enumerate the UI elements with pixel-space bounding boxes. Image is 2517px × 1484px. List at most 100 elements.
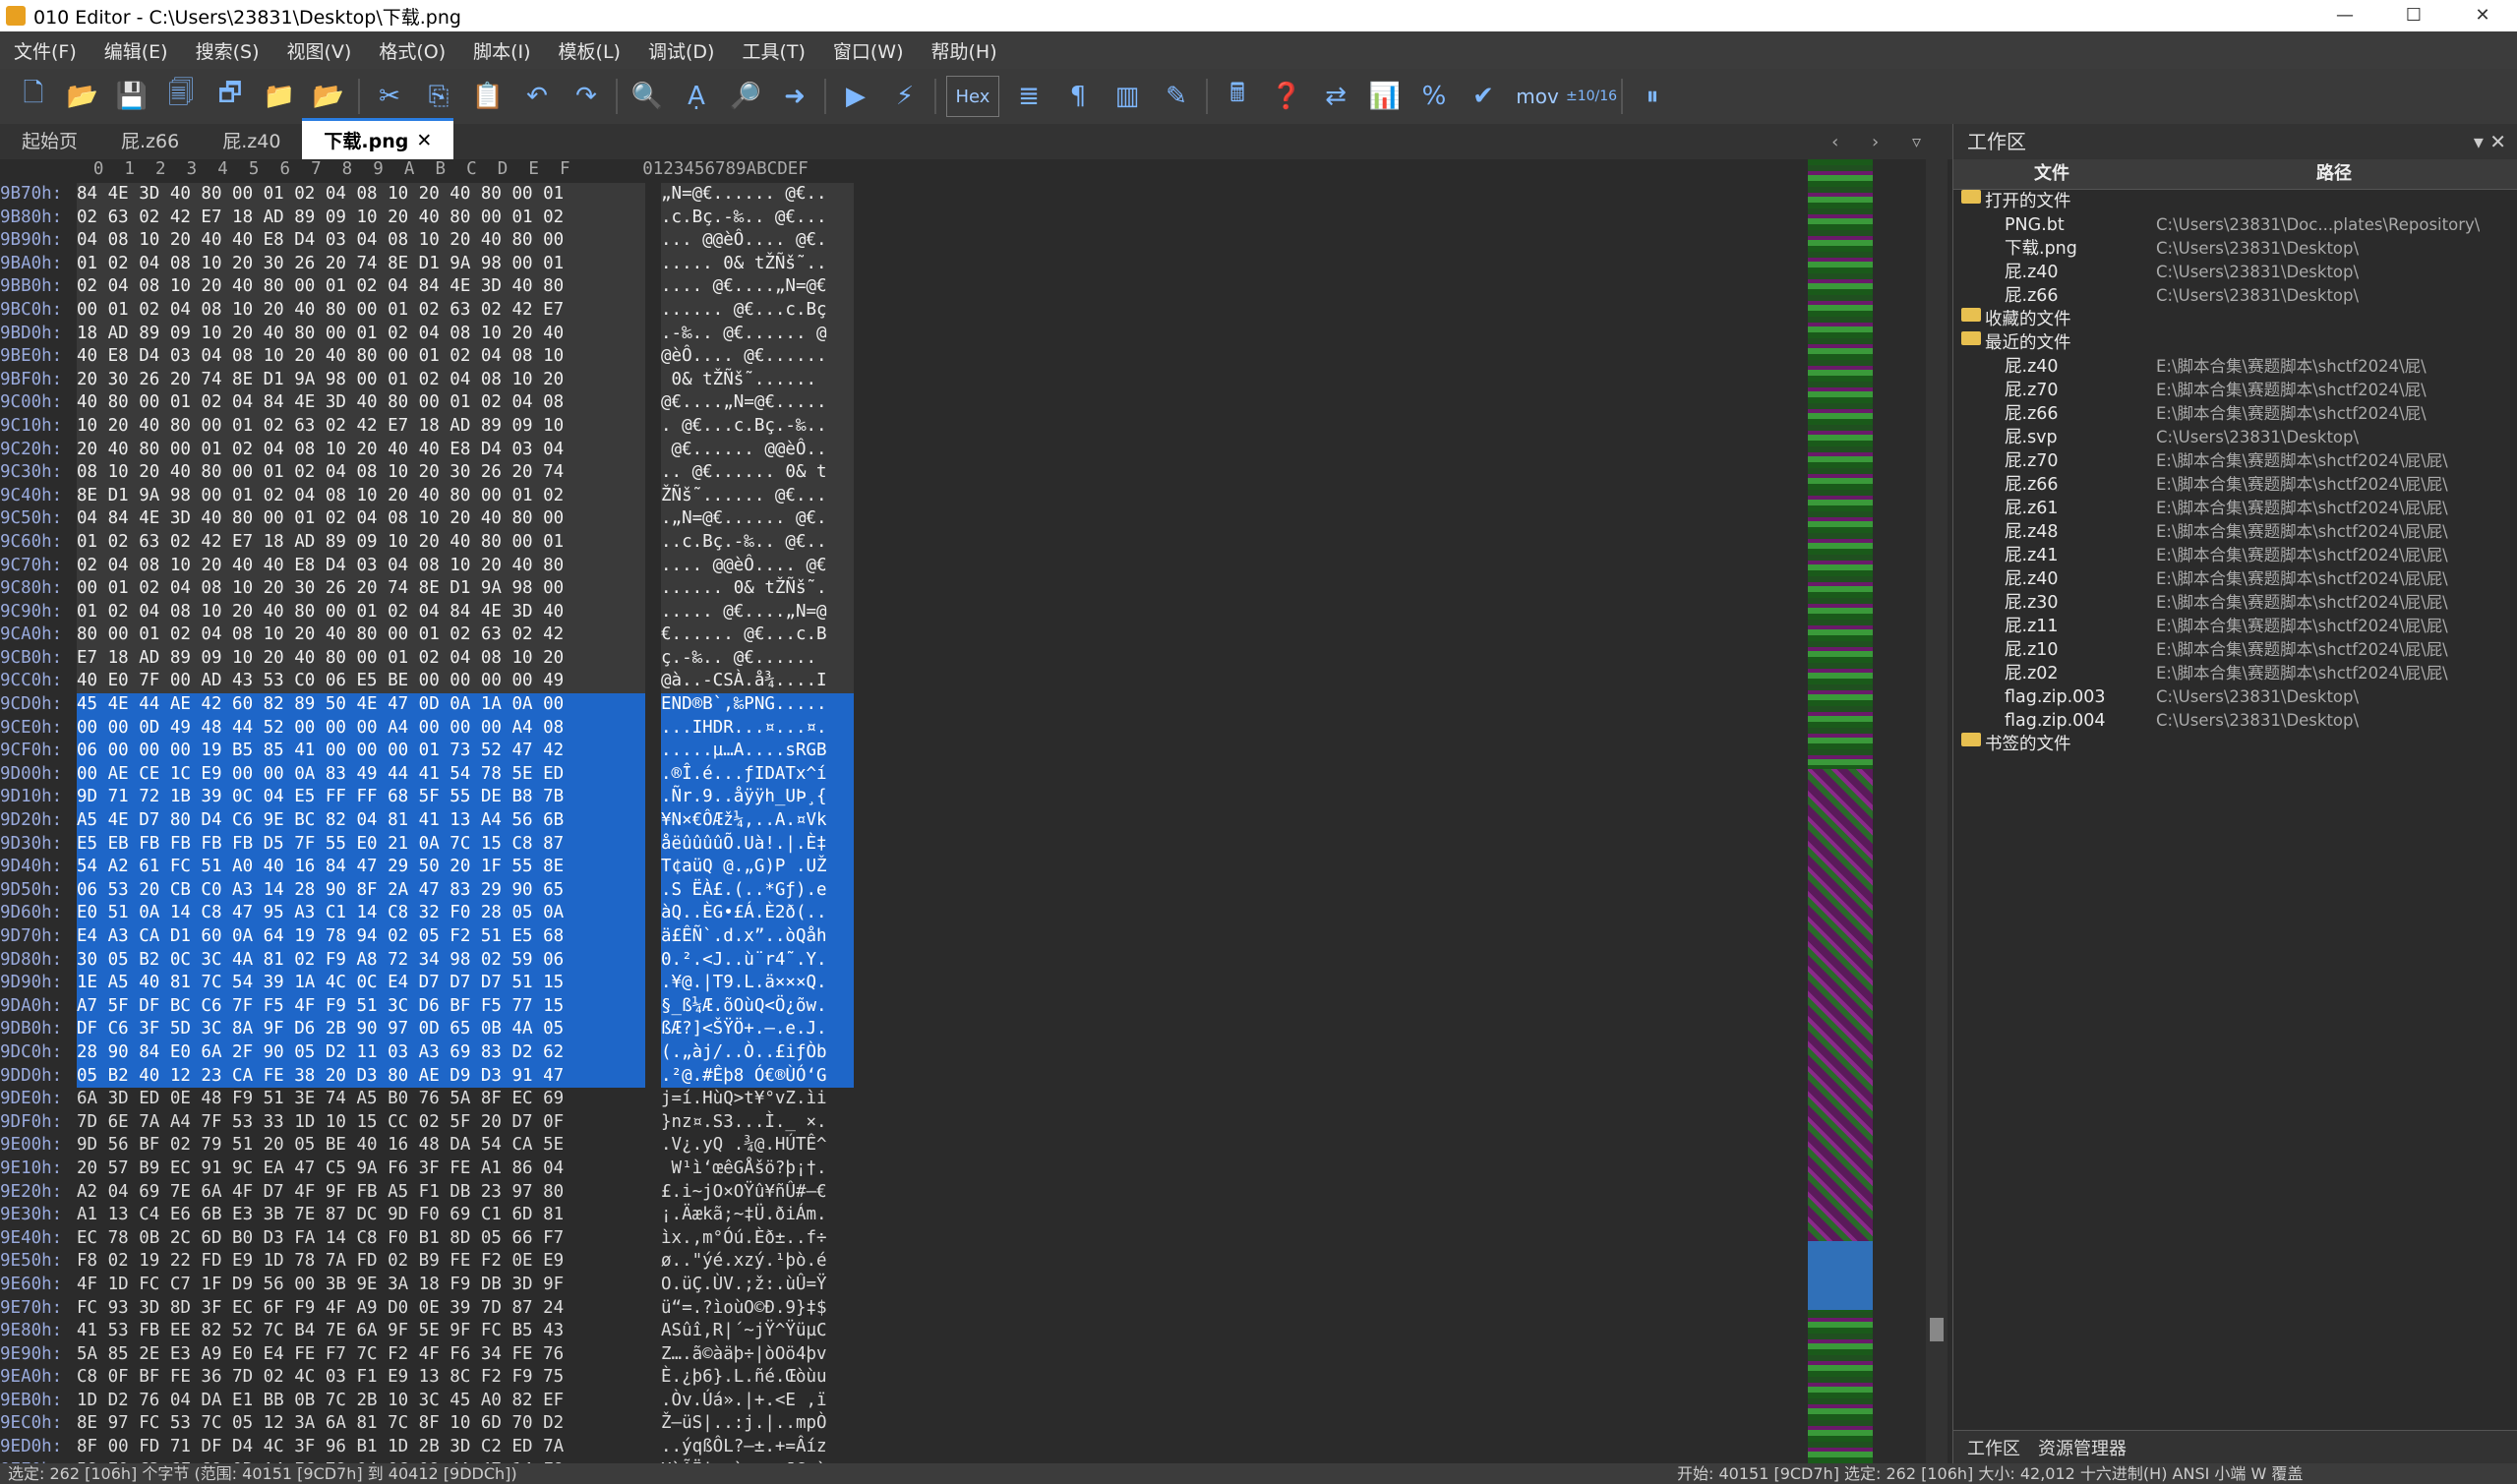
find-in-files-icon[interactable]: 🔎 <box>726 77 765 116</box>
menu-item[interactable]: 窗口(W) <box>819 37 918 64</box>
hex-ascii[interactable]: @à..-CSÀ.å¾....I <box>661 670 854 694</box>
tree-file-item[interactable]: 下载.png C:\Users\23831\Desktop\ <box>1953 237 2517 261</box>
hex-row[interactable]: 9D20h: A5 4E D7 80 D4 C6 9E BC 82 04 81 4… <box>0 809 854 833</box>
hex-bytes[interactable]: 5A 85 2E E3 A9 E0 E4 FE F7 7C F2 4F F6 3… <box>77 1342 645 1367</box>
minimize-button[interactable]: — <box>2310 0 2379 31</box>
hex-ascii[interactable]: 0.².<J..ù¨r4˜.Y. <box>661 948 854 973</box>
hex-ascii[interactable]: @èÔ.... @€...... <box>661 345 854 369</box>
hex-row[interactable]: 9DB0h: DF C6 3F 5D 3C 8A 9F D6 2B 90 97 0… <box>0 1018 854 1041</box>
hex-ascii[interactable]: O.üÇ.ÙV.;ž:.ùÛ=Ÿ <box>661 1273 854 1297</box>
close-button[interactable]: ✕ <box>2448 0 2517 31</box>
hex-editor[interactable]: 0 1 2 3 4 5 6 7 8 9 A B C D E F 01234567… <box>0 159 1952 1463</box>
hex-row[interactable]: 9C80h: 00 01 02 04 08 10 20 30 26 20 74 8… <box>0 577 854 601</box>
hex-bytes[interactable]: 04 08 10 20 40 40 E8 D4 03 04 08 10 20 4… <box>77 229 645 253</box>
hex-bytes[interactable]: 8E D1 9A 98 00 01 02 04 08 10 20 40 80 0… <box>77 484 645 508</box>
hex-row[interactable]: 9E50h: F8 02 19 22 FD E9 1D 78 7A FD 02 B… <box>0 1250 854 1274</box>
hex-ascii[interactable]: @€....„N=@€..... <box>661 391 854 415</box>
open-folder-icon[interactable]: 📂 <box>309 77 348 116</box>
hex-bytes[interactable]: 20 57 B9 EC 91 9C EA 47 C5 9A F6 3F FE A… <box>77 1157 645 1181</box>
hex-row[interactable]: 9EB0h: 1D D2 76 04 DA E1 BB 0B 7C 2B 10 3… <box>0 1389 854 1413</box>
hex-bytes[interactable]: 1D D2 76 04 DA E1 BB 0B 7C 2B 10 3C 45 A… <box>77 1389 645 1413</box>
hex-ascii[interactable]: ASûî‚R|´~jŸ^ŸüµC <box>661 1320 854 1343</box>
hex-ascii[interactable]: È.¿þ6}.L.ñé.Œòùu <box>661 1366 854 1390</box>
tree-file-item[interactable]: 屁.z61 E:\脚本合集\赛题脚本\shctf2024\屁\屁\ <box>1953 497 2517 520</box>
hex-ascii[interactable]: .®Î.é...ƒIDATx^í <box>661 762 854 787</box>
hex-bytes[interactable]: 04 84 4E 3D 40 80 00 01 02 04 08 10 20 4… <box>77 507 645 531</box>
scrollbar-thumb[interactable] <box>1930 1318 1944 1341</box>
hex-row[interactable]: 9E90h: 5A 85 2E E3 A9 E0 E4 FE F7 7C F2 4… <box>0 1342 854 1367</box>
hex-ascii[interactable]: .... @€....„N=@€ <box>661 275 854 299</box>
hex-row[interactable]: 9E80h: 41 53 FB EE 82 52 7C B4 7E 6A 9F 5… <box>0 1320 854 1343</box>
hex-ascii[interactable]: ...IHDR...¤...¤. <box>661 716 854 741</box>
menu-item[interactable]: 编辑(E) <box>90 37 182 64</box>
hex-bytes[interactable]: 9D 56 BF 02 79 51 20 05 BE 40 16 48 DA 5… <box>77 1134 645 1158</box>
hex-bytes[interactable]: 18 AD 89 09 10 20 40 80 00 01 02 04 08 1… <box>77 322 645 346</box>
text-mode-icon[interactable]: ≣ <box>1009 77 1049 116</box>
hex-ascii[interactable]: ßÆ?]<ŠŸÖ+.—.e.J. <box>661 1018 854 1041</box>
hex-ascii[interactable]: ŽÑš˜...... @€... <box>661 484 854 508</box>
hex-row[interactable]: 9B70h: 84 4E 3D 40 80 00 01 02 04 08 10 2… <box>0 183 854 207</box>
hex-bytes[interactable]: 45 4E 44 AE 42 60 82 89 50 4E 47 0D 0A 1… <box>77 693 645 717</box>
hex-bytes[interactable]: 7D 6E 7A A4 7F 53 33 1D 10 15 CC 02 5F 2… <box>77 1110 645 1135</box>
hex-ascii[interactable]: .S ËÀ£.(..*Gƒ).e <box>661 878 854 903</box>
hex-bytes[interactable]: 02 63 02 42 E7 18 AD 89 09 10 20 40 80 0… <box>77 206 645 230</box>
hex-row[interactable]: 9CC0h: 40 E0 7F 00 AD 43 53 C0 06 E5 BE 0… <box>0 670 854 694</box>
run-script-icon[interactable]: ▶ <box>836 77 875 116</box>
hex-ascii[interactable]: .²@.#Êþ8 Ó€®ÙÓ‘G <box>661 1064 854 1089</box>
redo-icon[interactable]: ↷ <box>567 77 606 116</box>
tree-file-item[interactable]: 屁.z10 E:\脚本合集\赛题脚本\shctf2024\屁\屁\ <box>1953 638 2517 662</box>
hex-ascii[interactable]: £.i~jO×OŸû¥ñÛ#—€ <box>661 1180 854 1205</box>
tab-navigation[interactable]: ‹ › ▿ <box>1831 132 1935 152</box>
hex-bytes[interactable]: 40 E8 D4 03 04 08 10 20 40 80 00 01 02 0… <box>77 345 645 369</box>
hex-bytes[interactable]: E4 A3 CA D1 60 0A 64 19 78 94 02 05 F2 5… <box>77 925 645 949</box>
tree-file-item[interactable]: 屁.z40 E:\脚本合集\赛题脚本\shctf2024\屁\ <box>1953 355 2517 379</box>
hex-bytes[interactable]: 8F 00 FD 71 DF D4 4C 3F 96 B1 1D 2B 3D C… <box>77 1436 645 1459</box>
hex-row[interactable]: 9BC0h: 00 01 02 04 08 10 20 40 80 00 01 0… <box>0 298 854 323</box>
hex-ascii[interactable]: €...... @€...c.B <box>661 623 854 647</box>
hex-bytes[interactable]: 20 30 26 20 74 8E D1 9A 98 00 01 02 04 0… <box>77 368 645 392</box>
hex-row[interactable]: 9DD0h: 05 B2 40 12 23 CA FE 38 20 D3 80 A… <box>0 1064 854 1089</box>
hex-bytes[interactable]: E5 EB FB FB FB FB D5 7F 55 E0 21 0A 7C 1… <box>77 832 645 857</box>
tab-close-icon[interactable]: ✕ <box>416 130 432 151</box>
hex-ascii[interactable]: .. @€...... 0& t <box>661 461 854 485</box>
hex-bytes[interactable]: 02 04 08 10 20 40 80 00 01 02 04 84 4E 3… <box>77 275 645 299</box>
tree-file-item[interactable]: 屁.z66 E:\脚本合集\赛题脚本\shctf2024\屁\屁\ <box>1953 473 2517 497</box>
save-icon[interactable]: 💾 <box>112 77 151 116</box>
hex-ascii[interactable]: (.„àj/..Ò..£iƒÒb <box>661 1040 854 1065</box>
hex-ascii[interactable]: . @€...c.Bç.-‰.. <box>661 414 854 439</box>
hex-bytes[interactable]: 8E 97 FC 53 7C 05 12 3A 6A 81 7C 8F 10 6… <box>77 1412 645 1437</box>
hex-ascii[interactable]: .Òv.Úá».|+.<E ‚ï <box>661 1389 854 1413</box>
hex-row[interactable]: 9CE0h: 00 00 0D 49 48 44 52 00 00 00 A4 0… <box>0 716 854 741</box>
hex-ascii[interactable]: .„N=@€...... @€. <box>661 507 854 531</box>
hex-bytes[interactable]: 41 53 FB EE 82 52 7C B4 7E 6A 9F 5E 9F F… <box>77 1320 645 1343</box>
hex-ascii[interactable]: T¢aüQ @.„G)P .UŽ <box>661 856 854 879</box>
hex-row[interactable]: 9B80h: 02 63 02 42 E7 18 AD 89 09 10 20 4… <box>0 206 854 230</box>
hex-ascii[interactable]: §_ß¼Æ.õOùQ<Ö¿õw. <box>661 994 854 1019</box>
vertical-scrollbar[interactable] <box>1926 159 1948 1463</box>
hex-row[interactable]: 9C50h: 04 84 4E 3D 40 80 00 01 02 04 08 1… <box>0 507 854 531</box>
hex-row[interactable]: 9D80h: 30 05 B2 0C 3C 4A 81 02 F9 A8 72 3… <box>0 948 854 973</box>
hex-row[interactable]: 9E00h: 9D 56 BF 02 79 51 20 05 BE 40 16 4… <box>0 1134 854 1158</box>
tree-file-item[interactable]: 屁.z02 E:\脚本合集\赛题脚本\shctf2024\屁\屁\ <box>1953 662 2517 685</box>
file-tab[interactable]: 屁.z40 <box>201 121 302 159</box>
hex-ascii[interactable]: W¹ì‘œêGÅšö?þ¡†. <box>661 1157 854 1181</box>
open-file-icon[interactable]: 📂 <box>63 77 102 116</box>
menu-item[interactable]: 格式(O) <box>365 37 459 64</box>
tree-group[interactable]: 收藏的文件 <box>1953 308 2517 331</box>
hex-row[interactable]: 9BF0h: 20 30 26 20 74 8E D1 9A 98 00 01 0… <box>0 368 854 392</box>
hex-row[interactable]: 9C70h: 02 04 08 10 20 40 40 E8 D4 03 04 0… <box>0 554 854 578</box>
hex-bytes[interactable]: EC 78 0B 2C 6D B0 D3 FA 14 C8 F0 B1 8D 0… <box>77 1226 645 1251</box>
hex-bytes[interactable]: 54 A2 61 FC 51 A0 40 16 84 47 29 50 20 1… <box>77 856 645 879</box>
hex-bytes[interactable]: E0 51 0A 14 C8 47 95 A3 C1 14 C8 32 F0 2… <box>77 902 645 925</box>
hex-bytes[interactable]: E7 18 AD 89 09 10 20 40 80 00 01 02 04 0… <box>77 646 645 671</box>
tree-file-item[interactable]: PNG.bt C:\Users\23831\Doc...plates\Reposi… <box>1953 213 2517 237</box>
histogram-icon[interactable]: 📊 <box>1365 77 1405 116</box>
hex-ascii[interactable]: }nz¤.S3...Ì._ ×. <box>661 1110 854 1135</box>
hex-bytes[interactable]: A2 04 69 7E 6A 4F D7 4F 9F FB A5 F1 DB 2… <box>77 1180 645 1205</box>
hex-row[interactable]: 9C10h: 10 20 40 80 00 01 02 63 02 42 E7 1… <box>0 414 854 439</box>
hex-row[interactable]: 9D60h: E0 51 0A 14 C8 47 95 A3 C1 14 C8 3… <box>0 902 854 925</box>
hex-bytes[interactable]: 05 B2 40 12 23 CA FE 38 20 D3 80 AE D9 D… <box>77 1064 645 1089</box>
hex-ascii[interactable]: ..... @€....„N=@ <box>661 600 854 624</box>
hex-bytes[interactable]: 40 E0 7F 00 AD 43 53 C0 06 E5 BE 00 00 0… <box>77 670 645 694</box>
hex-bytes[interactable]: 10 20 40 80 00 01 02 63 02 42 E7 18 AD 8… <box>77 414 645 439</box>
